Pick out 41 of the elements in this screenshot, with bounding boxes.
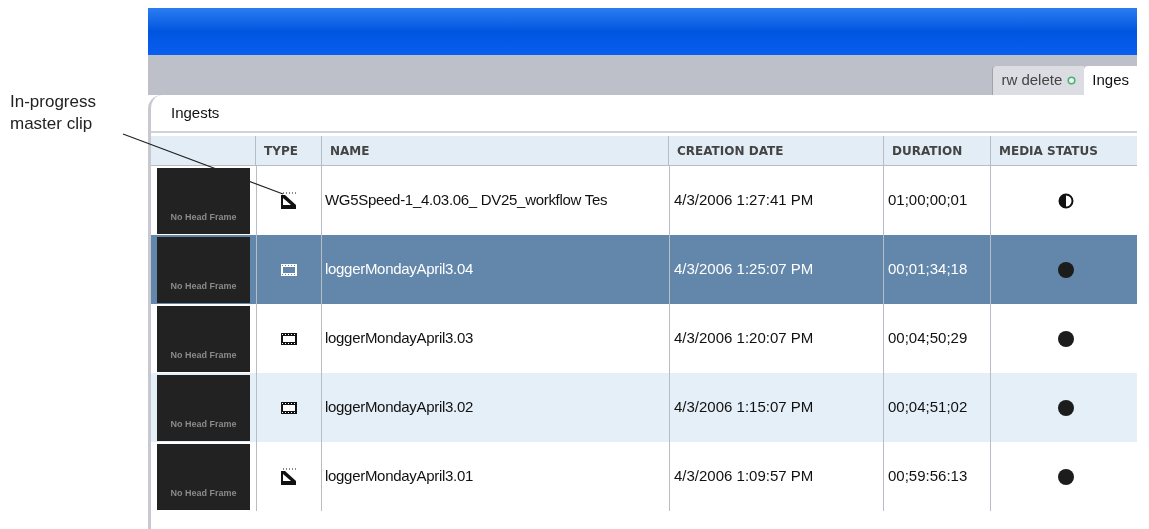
filled-circle-icon [1056,260,1075,279]
column-header[interactable]: NAME [330,141,370,160]
filled-circle-icon [1056,329,1075,348]
table-cell-text: 4/3/2006 1:25:07 PM [674,259,814,280]
panel-title: Ingests [171,102,220,123]
table-cell-text: loggerMondayApril3.04 [325,259,473,280]
column-header[interactable]: TYPE [264,141,298,160]
table-cell-text: 4/3/2006 1:15:07 PM [674,397,814,418]
tab[interactable]: Inges [1084,66,1137,95]
film-clip-icon [280,262,298,277]
thumbnail-label: No Head Frame [170,487,237,500]
thumbnail-label: No Head Frame [170,418,237,431]
thumbnail-label: No Head Frame [170,349,237,362]
table-row[interactable]: No Head Frame loggerMondayApril3.04 4/3/2006 1:25:07 PM 00;01;34;18 [151,235,1137,304]
table-cell-text: 4/3/2006 1:09:57 PM [674,466,814,487]
half-filled-circle-icon [1057,192,1074,209]
thumbnail-label: No Head Frame [170,211,237,224]
table-cell-text: 4/3/2006 1:27:41 PM [674,190,814,211]
table-cell-text: 01;00;00;01 [888,190,968,211]
annotation-label: In-progress master clip [10,91,97,135]
table-cell-text: 00;59:56:13 [888,466,968,487]
table-cell-text: loggerMondayApril3.02 [325,397,473,418]
partial-film-clip-icon [280,191,298,210]
table-cell-text: loggerMondayApril3.01 [325,466,473,487]
table-cell-text: WG5Speed-1_4.03.06_ DV25_workflow Tes [325,190,608,211]
filled-circle-icon [1056,467,1075,486]
filled-circle-icon [1056,398,1075,417]
table-row[interactable]: No Head Frame loggerMondayApril3.02 4/3/2006 1:15:07 PM 00;04;51;02 [151,373,1137,442]
column-header[interactable]: DURATION [892,141,963,160]
table-cell-text: loggerMondayApril3.03 [325,328,473,349]
column-header[interactable]: MEDIA STATUS [999,141,1098,160]
column-header[interactable]: CREATION DATE [677,141,784,160]
film-clip-icon [280,400,298,415]
tab[interactable]: rw delete [992,66,1085,95]
table-cell-text: 00;01;34;18 [888,259,968,280]
table-cell-text: 00;04;51;02 [888,397,968,418]
table-cell-text: 4/3/2006 1:20:07 PM [674,328,814,349]
table-cell-text: 00;04;50;29 [888,328,968,349]
film-clip-icon [280,331,298,346]
partial-film-clip-icon [280,467,298,486]
thumbnail-label: No Head Frame [170,280,237,293]
